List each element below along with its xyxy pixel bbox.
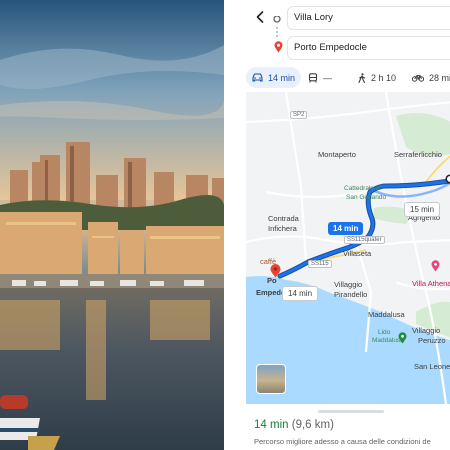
map-label-san-gerlando: San Gerlando xyxy=(346,194,387,201)
map-label-villaggio-peruzzo-1: Villaggio xyxy=(412,326,441,335)
walk-icon xyxy=(358,72,366,83)
map-label-maddalusa: Maddalusa xyxy=(368,310,405,319)
route-time-badge-bottom[interactable]: 14 min xyxy=(282,286,319,301)
road-shield-sp2: SP2 xyxy=(290,111,308,119)
map-label-serraferlicchio: Serraferlicchio xyxy=(394,150,442,159)
route-time-badge-main[interactable]: 14 min xyxy=(328,222,364,235)
map-label-villaggio-pirandello-1: Villaggio xyxy=(334,280,363,289)
destination-pin-icon xyxy=(274,41,283,53)
road-shield-ss115quater: SS115quater xyxy=(344,236,385,244)
road-shield-ss115: SS115 xyxy=(308,260,332,268)
map-label-san-leone: San Leone xyxy=(414,362,450,371)
map-label-villa-athena: Villa Athena Resort xyxy=(412,279,450,288)
destination-marker-icon xyxy=(270,264,281,278)
map-label-contrada: Contrada xyxy=(268,214,299,223)
eta-distance: (9,6 km) xyxy=(291,419,334,431)
mode-driving-label: 14 min xyxy=(268,72,296,83)
mode-cycling-label: 28 min xyxy=(429,72,450,83)
mode-transit[interactable]: — xyxy=(302,67,338,88)
harbor-illustration xyxy=(0,0,224,450)
origin-field[interactable]: Villa Lory xyxy=(287,6,450,30)
mode-walking-label: 2 h 10 xyxy=(371,72,397,83)
mode-cycling[interactable]: 28 min xyxy=(406,67,450,88)
street-view-thumbnail[interactable] xyxy=(256,364,286,394)
mode-walking[interactable]: 2 h 10 xyxy=(352,67,402,88)
travel-mode-tabs: 14 min — 2 h 10 28 min xyxy=(246,67,450,89)
eta-line: 14 min (9,6 km) xyxy=(254,419,334,431)
beach-pin-icon xyxy=(398,332,407,344)
map-base xyxy=(246,92,450,404)
map-label-montaperto: Montaperto xyxy=(318,150,356,159)
origin-marker-icon xyxy=(445,174,450,184)
map-label-villaseta: Villaseta xyxy=(343,249,372,258)
mode-transit-label: — xyxy=(323,72,332,83)
car-icon xyxy=(252,73,263,82)
transit-icon xyxy=(308,72,318,83)
map-label-villaggio-peruzzo-2: Peruzzo xyxy=(418,336,446,345)
route-map[interactable]: Montaperto Serraferlicchio Cattedrale di… xyxy=(246,92,450,404)
bike-icon xyxy=(412,75,424,82)
route-connector-icon xyxy=(273,16,281,37)
destination-field[interactable]: Porto Empedocle xyxy=(287,36,450,60)
harbor-photo xyxy=(0,0,224,450)
route-description: Percorso migliore adesso a causa delle c… xyxy=(254,437,431,446)
directions-panel: Villa Lory Porto Empedocle 14 min — 2 h … xyxy=(236,0,450,450)
mode-driving[interactable]: 14 min xyxy=(246,67,302,88)
back-arrow-icon[interactable] xyxy=(252,9,268,25)
sheet-drag-handle[interactable] xyxy=(318,410,384,413)
hotel-pin-icon xyxy=(431,260,440,272)
map-label-infichera: Infichera xyxy=(268,224,297,233)
route-summary-sheet[interactable]: 14 min (9,6 km) Percorso migliore adesso… xyxy=(246,404,450,450)
map-label-lido-1: Lido xyxy=(378,329,391,336)
eta-time: 14 min xyxy=(254,419,289,431)
map-label-villaggio-pirandello-2: Pirandello xyxy=(334,290,368,299)
map-label-cattedrale: Cattedrale di xyxy=(344,185,381,192)
route-time-badge-alt[interactable]: 15 min xyxy=(404,202,441,217)
